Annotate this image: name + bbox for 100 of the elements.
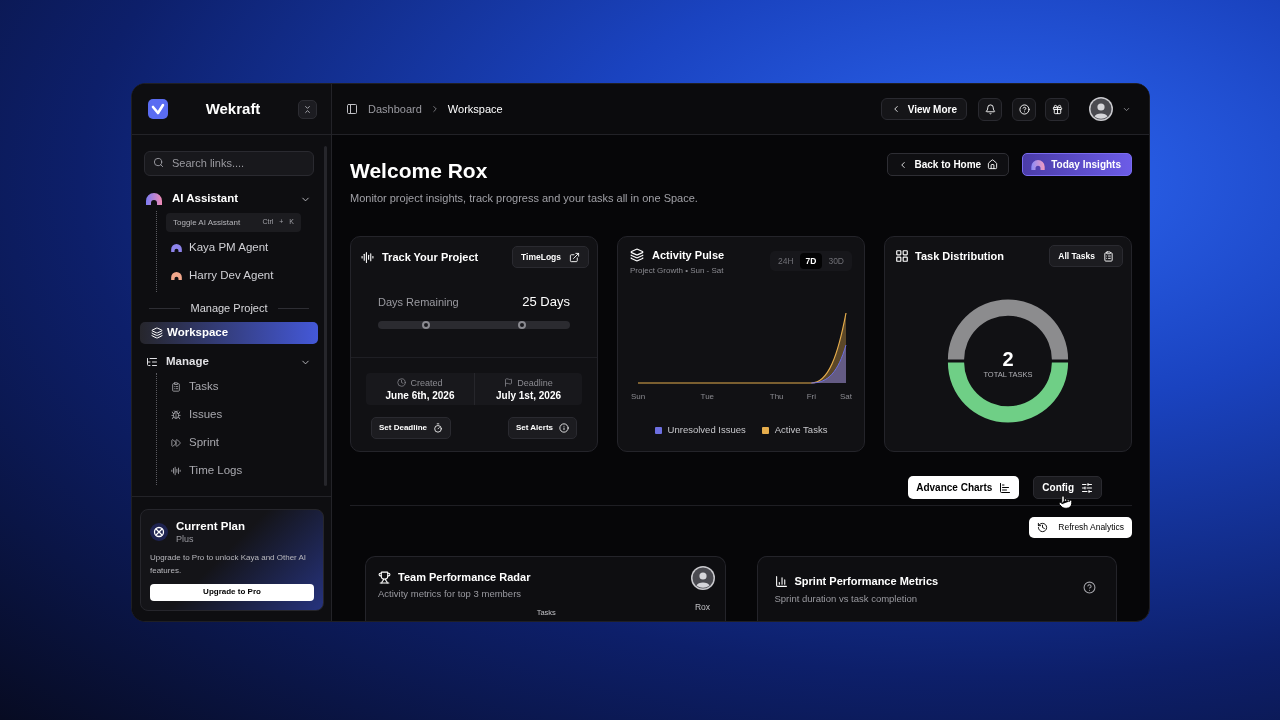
- trophy-icon: [378, 570, 391, 584]
- back-home-button[interactable]: Back to Home: [887, 153, 1010, 176]
- card-title: Track Your Project: [382, 250, 479, 265]
- axis-label: Fri: [806, 392, 816, 401]
- waveform-icon: [171, 466, 181, 476]
- hand-cursor-icon: [1058, 494, 1073, 510]
- axis-label: Thu: [769, 392, 784, 401]
- layers-icon: [630, 248, 644, 262]
- list-indent-icon: [146, 356, 158, 368]
- layers-icon: [151, 327, 163, 339]
- plan-title: Current Plan: [176, 518, 245, 533]
- section-label: Manage Project: [190, 300, 268, 316]
- search-icon: [153, 157, 164, 168]
- clipboard-icon: [1103, 250, 1114, 262]
- range-slider-track[interactable]: [378, 321, 570, 329]
- logo-icon: [148, 99, 168, 119]
- card-title: Team Performance Radar: [398, 570, 531, 585]
- brand-name: Wekraft: [204, 98, 262, 119]
- notifications-button[interactable]: [978, 97, 1002, 121]
- toolbar-button[interactable]: Advance Charts: [908, 476, 1020, 499]
- agent-item[interactable]: Kaya PM Agent: [166, 236, 318, 260]
- bar-chart-icon: [774, 574, 788, 588]
- unresolved-issues-line: [810, 344, 847, 384]
- card-action-button[interactable]: Set Deadline: [371, 417, 451, 439]
- refresh-analytics-button[interactable]: Refresh Analytics: [1029, 517, 1132, 538]
- all-tasks-button[interactable]: All Tasks: [1049, 245, 1123, 267]
- user-avatar[interactable]: [1089, 97, 1113, 121]
- bug-icon: [171, 410, 181, 420]
- nav-item[interactable]: Issues: [167, 405, 318, 425]
- nav-item[interactable]: Sprint: [167, 433, 318, 453]
- sidebar-toggle-icon[interactable]: [346, 103, 358, 115]
- date-value: June 6th, 2026: [385, 388, 455, 402]
- legend-label: Unresolved Issues: [667, 424, 746, 436]
- plan-name-label: Plus: [176, 532, 194, 545]
- sliders-icon: [1081, 481, 1093, 494]
- card-subtitle: Project Growth • Sun - Sat: [630, 265, 725, 277]
- view-more-button[interactable]: View More: [880, 98, 967, 120]
- agent-item[interactable]: Harry Dev Agent: [166, 264, 318, 288]
- flag-icon: [504, 378, 514, 387]
- date-label: Deadline: [517, 376, 553, 389]
- axis-label: Sat: [840, 392, 852, 401]
- search-field[interactable]: Search links....: [144, 150, 314, 176]
- waveform-icon: [361, 250, 374, 264]
- gift-button[interactable]: [1045, 97, 1069, 121]
- nav-item[interactable]: Workspace: [140, 322, 318, 344]
- upgrade-button[interactable]: Upgrade to Pro: [150, 583, 314, 601]
- collapse-icon: [303, 104, 312, 114]
- card-title: Task Distribution: [915, 249, 1005, 264]
- history-icon: [1037, 522, 1049, 533]
- plan-description: Upgrade to Pro to unlock Kaya and Other AI features.: [150, 551, 308, 577]
- axis-label: Sun: [630, 392, 646, 401]
- collapse-sidebar-button[interactable]: [298, 99, 317, 119]
- card-subtitle: Sprint duration vs task completion: [774, 592, 919, 605]
- member-name: Rox: [694, 602, 711, 612]
- help-icon[interactable]: [1083, 581, 1096, 594]
- card-title: Activity Pulse: [652, 248, 725, 263]
- member-avatar: [690, 566, 715, 590]
- assistant-dome-icon: [146, 193, 162, 205]
- total-count: 2: [1002, 348, 1014, 370]
- crossed-circle-icon: [150, 522, 168, 541]
- breadcrumb-link[interactable]: Dashboard: [368, 100, 422, 118]
- insights-button[interactable]: Today Insights: [1022, 153, 1132, 176]
- slider-thumb[interactable]: [422, 321, 430, 329]
- date-label: Created: [410, 376, 443, 389]
- timer-icon: [433, 423, 443, 433]
- assistant-dome-icon: [1031, 159, 1046, 170]
- nav-group[interactable]: Manage: [140, 351, 318, 373]
- bell-icon: [984, 103, 996, 115]
- legend-label: Active Tasks: [774, 424, 828, 436]
- date-value: July 1st, 2026: [495, 388, 561, 402]
- shortcut-label: Toggle AI Assistant: [173, 216, 241, 229]
- toolbar-button[interactable]: Config: [1033, 476, 1102, 499]
- home-icon: [987, 159, 999, 170]
- breadcrumb-link[interactable]: Workspace: [447, 100, 503, 118]
- card-subtitle: Activity metrics for top 3 members: [378, 587, 523, 600]
- fast-forward-icon: [171, 438, 181, 448]
- ai-assistant-item[interactable]: AI Assistant: [140, 187, 318, 211]
- axis-label: Tue: [700, 392, 715, 401]
- external-link-icon: [569, 251, 580, 263]
- page-subtitle: Monitor project insights, track progress and your tasks all in one Space.: [350, 191, 698, 205]
- gift-icon: [1051, 103, 1063, 115]
- clipboard-icon: [171, 382, 181, 392]
- range-tab[interactable]: 7D: [799, 253, 823, 269]
- clock-icon: [397, 378, 407, 387]
- range-tab[interactable]: 24H: [771, 253, 800, 269]
- info-icon: [559, 423, 569, 433]
- help-button[interactable]: [1012, 97, 1036, 121]
- page-title: Welcome Rox: [350, 158, 489, 184]
- grid-icon: [895, 249, 909, 263]
- timelogs-button[interactable]: TimeLogs: [512, 246, 589, 268]
- slider-thumb[interactable]: [518, 321, 526, 329]
- range-tab[interactable]: 30D: [822, 253, 850, 269]
- help-icon: [1018, 103, 1030, 115]
- nav-item[interactable]: Time Logs: [167, 461, 318, 481]
- nav-item[interactable]: Tasks: [167, 377, 318, 397]
- days-remaining-label: Days Remaining: [378, 295, 459, 310]
- days-remaining-value: 25 Days: [522, 294, 570, 310]
- card-title: Sprint Performance Metrics: [794, 574, 939, 589]
- bar-chart-icon: [999, 481, 1012, 494]
- card-action-button[interactable]: Set Alerts: [507, 417, 577, 439]
